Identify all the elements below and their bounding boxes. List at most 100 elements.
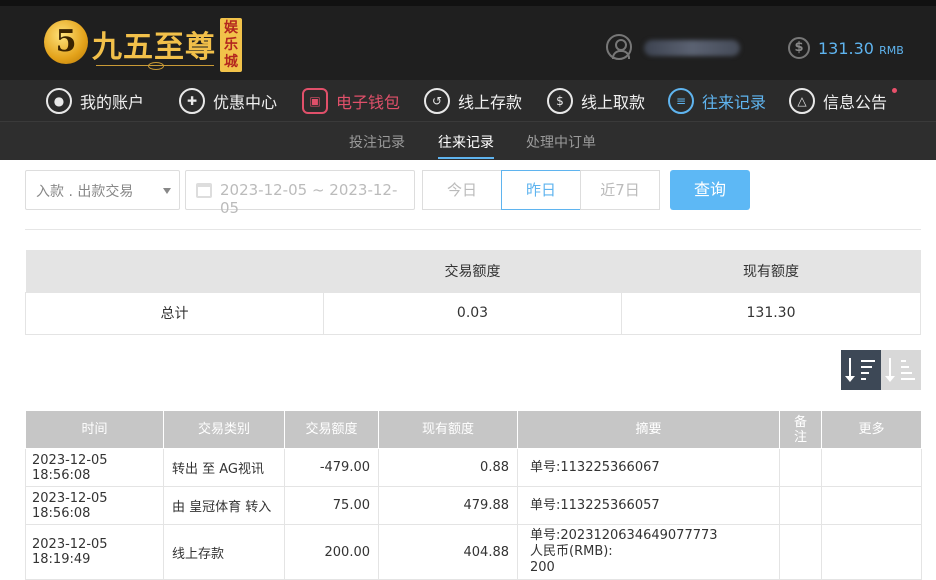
tab-pending-orders[interactable]: 处理中订单 <box>526 132 596 152</box>
user-icon: ● <box>46 88 72 114</box>
nav-label: 线上取款 <box>581 93 646 112</box>
calendar-icon <box>196 183 212 198</box>
cell-time: 2023-12-05 18:56:08 <box>25 448 164 487</box>
col-header[interactable]: 现有额度 <box>378 410 518 449</box>
dollar-icon: $ <box>788 37 810 59</box>
transaction-type-select[interactable]: 入款 . 出款交易 <box>25 170 180 210</box>
withdraw-icon: $ <box>547 88 573 114</box>
nav-announcements[interactable]: △ 信息公告 <box>789 86 898 116</box>
top-bar: 5 九五至尊 娱 乐 城 $ 131.30 RMB <box>0 0 936 80</box>
tab-transaction-records[interactable]: 往来记录 <box>438 132 494 159</box>
logo-text: 九五至尊 <box>92 30 216 65</box>
table-row[interactable]: 2023-12-05 18:56:08 由 皇冠体育 转入 75.00 479.… <box>25 486 922 525</box>
cell-remark <box>779 486 822 525</box>
cell-type: 转出 至 AG视讯 <box>163 448 285 487</box>
sort-asc-button[interactable] <box>881 350 921 390</box>
col-header[interactable]: 备 注 <box>779 410 822 449</box>
cell-amount: -479.00 <box>284 448 379 487</box>
sort-desc-button[interactable] <box>841 350 881 390</box>
main-nav: ● 我的账户 ✚ 优惠中心 ▣ 电子钱包 ↺ 线上存款 $ 线上取款 ≡ 往来记… <box>0 80 936 122</box>
cell-more[interactable] <box>821 448 922 487</box>
cell-more[interactable] <box>821 524 922 580</box>
divider <box>25 229 921 230</box>
today-button[interactable]: 今日 <box>422 170 502 210</box>
cell-remark <box>779 524 822 580</box>
nav-label: 信息公告 <box>823 93 888 112</box>
tab-bet-records[interactable]: 投注记录 <box>349 132 405 152</box>
summary-table: 交易额度 现有额度 总计 0.03 131.30 <box>25 250 921 335</box>
username-blurred <box>644 40 740 56</box>
arrow-down-icon <box>885 358 895 382</box>
summary-line: 单号:2023120634649077773 <box>530 528 718 543</box>
bell-icon: △ <box>789 88 815 114</box>
table-row[interactable]: 2023-12-05 18:56:08 转出 至 AG视讯 -479.00 0.… <box>25 448 922 487</box>
summary-header: 交易额度 <box>323 250 622 292</box>
nav-online-deposit[interactable]: ↺ 线上存款 <box>424 86 522 116</box>
logo-tag-char: 城 <box>224 54 238 70</box>
user-icon <box>606 34 632 60</box>
balance-unit: RMB <box>879 44 904 57</box>
nav-transaction-records[interactable]: ≡ 往来记录 <box>668 86 766 116</box>
summary-label: 总计 <box>25 291 324 335</box>
summary-balance: 131.30 <box>621 291 921 335</box>
nav-label: 往来记录 <box>702 93 767 112</box>
table-row[interactable]: 2023-12-05 18:19:49 线上存款 200.00 404.88 单… <box>25 524 922 580</box>
cell-remark <box>779 448 822 487</box>
cell-amount: 75.00 <box>284 486 379 525</box>
cell-type: 由 皇冠体育 转入 <box>163 486 285 525</box>
col-header[interactable]: 摘要 <box>517 410 780 449</box>
nav-label: 我的账户 <box>80 93 145 112</box>
cell-time: 2023-12-05 18:56:08 <box>25 486 164 525</box>
summary-header: 现有额度 <box>621 250 921 292</box>
select-value: 入款 . 出款交易 <box>36 184 134 200</box>
summary-line: 单号:113225366057 <box>530 497 660 513</box>
search-button[interactable]: 查询 <box>670 170 750 210</box>
col-header[interactable]: 更多 <box>821 410 922 449</box>
deposit-icon: ↺ <box>424 88 450 114</box>
nav-label: 优惠中心 <box>213 93 278 112</box>
logo-tag-char: 娱 <box>224 20 238 36</box>
records-header-row: 时间 交易类别 交易额度 现有额度 摘要 备 注 更多 <box>25 410 922 449</box>
col-header[interactable]: 交易额度 <box>284 410 379 449</box>
col-header[interactable]: 交易类别 <box>163 410 285 449</box>
sub-tabs: 投注记录 往来记录 处理中订单 <box>0 122 936 160</box>
gift-icon: ✚ <box>179 88 205 114</box>
wallet-icon: ▣ <box>302 88 328 114</box>
nav-online-withdraw[interactable]: $ 线上取款 <box>547 86 645 116</box>
cell-more[interactable] <box>821 486 922 525</box>
cell-summary: 单号:113225366057 <box>517 486 780 525</box>
balance-display: 131.30 RMB <box>818 39 904 58</box>
cell-balance: 479.88 <box>378 486 518 525</box>
cell-balance: 404.88 <box>378 524 518 580</box>
nav-e-wallet[interactable]: ▣ 电子钱包 <box>302 86 400 116</box>
last-7-days-button[interactable]: 近7日 <box>580 170 660 210</box>
cell-summary: 单号:2023120634649077773 人民币(RMB): 200 <box>517 524 780 580</box>
summary-line: 单号:113225366067 <box>530 459 660 475</box>
nav-my-account[interactable]: ● 我的账户 <box>46 86 144 116</box>
nav-label: 电子钱包 <box>336 93 401 112</box>
site-logo[interactable]: 5 九五至尊 娱 乐 城 <box>44 16 244 76</box>
logo-badge: 5 <box>44 20 88 64</box>
logo-ornament <box>96 62 214 73</box>
summary-line: 200 <box>530 560 555 575</box>
balance-value: 131.30 <box>818 39 874 58</box>
cell-balance: 0.88 <box>378 448 518 487</box>
arrow-down-icon <box>845 358 855 382</box>
date-range-value: 2023-12-05 ~ 2023-12-05 <box>220 181 398 217</box>
cell-amount: 200.00 <box>284 524 379 580</box>
caret-down-icon <box>163 188 171 194</box>
nav-promotions[interactable]: ✚ 优惠中心 <box>179 86 277 116</box>
cell-type: 线上存款 <box>163 524 285 580</box>
record-icon: ≡ <box>668 88 694 114</box>
nav-label: 线上存款 <box>458 93 523 112</box>
records-table: 时间 交易类别 交易额度 现有额度 摘要 备 注 更多 2023-12-05 1… <box>25 410 922 580</box>
logo-tag: 娱 乐 城 <box>220 18 242 72</box>
summary-line: 人民币(RMB): <box>530 544 613 559</box>
summary-header <box>25 250 324 292</box>
cell-summary: 单号:113225366067 <box>517 448 780 487</box>
logo-tag-char: 乐 <box>224 37 238 53</box>
yesterday-button[interactable]: 昨日 <box>501 170 581 210</box>
col-header[interactable]: 时间 <box>25 410 164 449</box>
summary-amount: 0.03 <box>323 291 622 335</box>
date-range-input[interactable]: 2023-12-05 ~ 2023-12-05 <box>185 170 415 217</box>
